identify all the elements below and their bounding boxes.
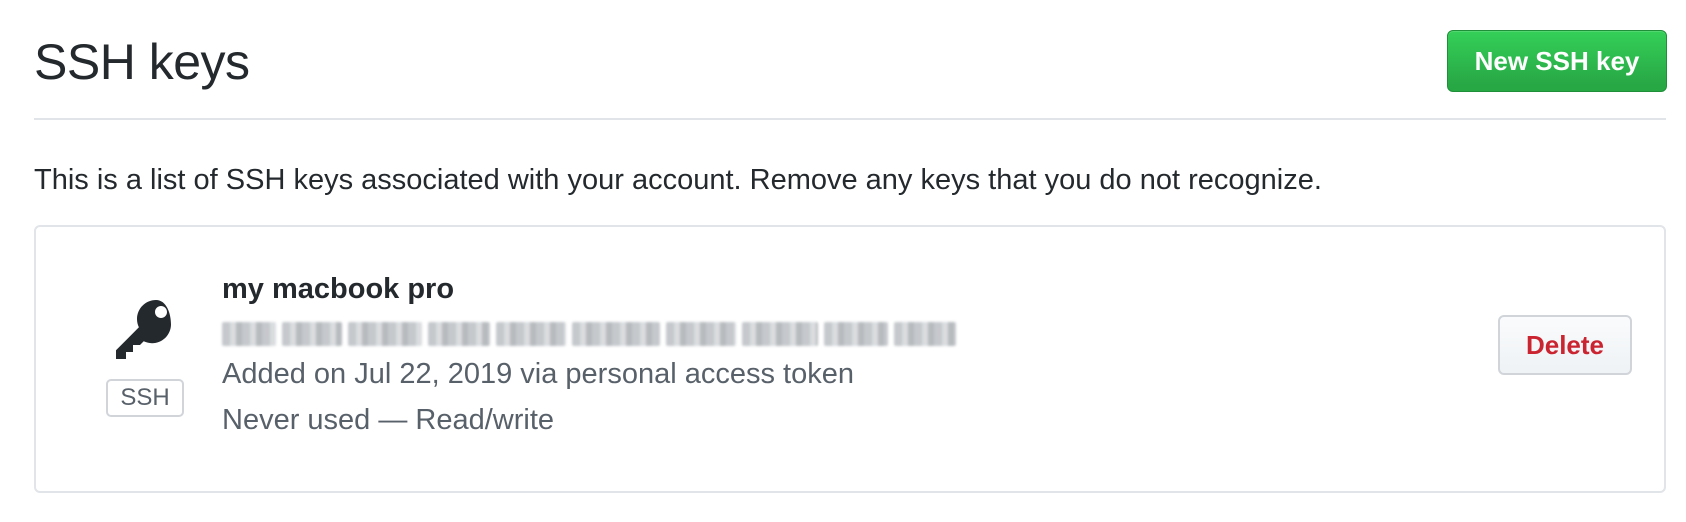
page-header: SSH keys New SSH key [34,0,1667,120]
redacted-segment [348,322,422,346]
key-details: my macbook pro Added on Jul 22, 2019 via… [222,267,1322,443]
redacted-segment [428,322,490,346]
page-description: This is a list of SSH keys associated wi… [34,164,1322,196]
key-type-indicator: SSH [106,297,186,427]
key-icon [114,297,178,361]
key-added-date: Added on Jul 22, 2019 via personal acces… [222,358,854,390]
redacted-segment [666,322,736,346]
redacted-segment [894,322,956,346]
key-title: my macbook pro [222,273,455,305]
ssh-keys-page: SSH keys New SSH key This is a list of S… [34,0,1667,493]
redacted-segment [824,322,888,346]
redacted-segment [222,322,276,346]
key-fingerprint-redacted [222,317,992,351]
redacted-segment [496,322,566,346]
redacted-segment [572,322,660,346]
ssh-key-list-item: SSH my macbook pro Added on Jul 22, 2019… [34,225,1666,493]
delete-key-button[interactable]: Delete [1498,315,1632,375]
new-ssh-key-button[interactable]: New SSH key [1447,30,1667,92]
ssh-type-badge: SSH [106,379,184,417]
redacted-segment [282,322,342,346]
page-title: SSH keys [34,34,250,90]
redacted-segment [742,322,818,346]
key-usage-access: Never used — Read/write [222,404,555,436]
